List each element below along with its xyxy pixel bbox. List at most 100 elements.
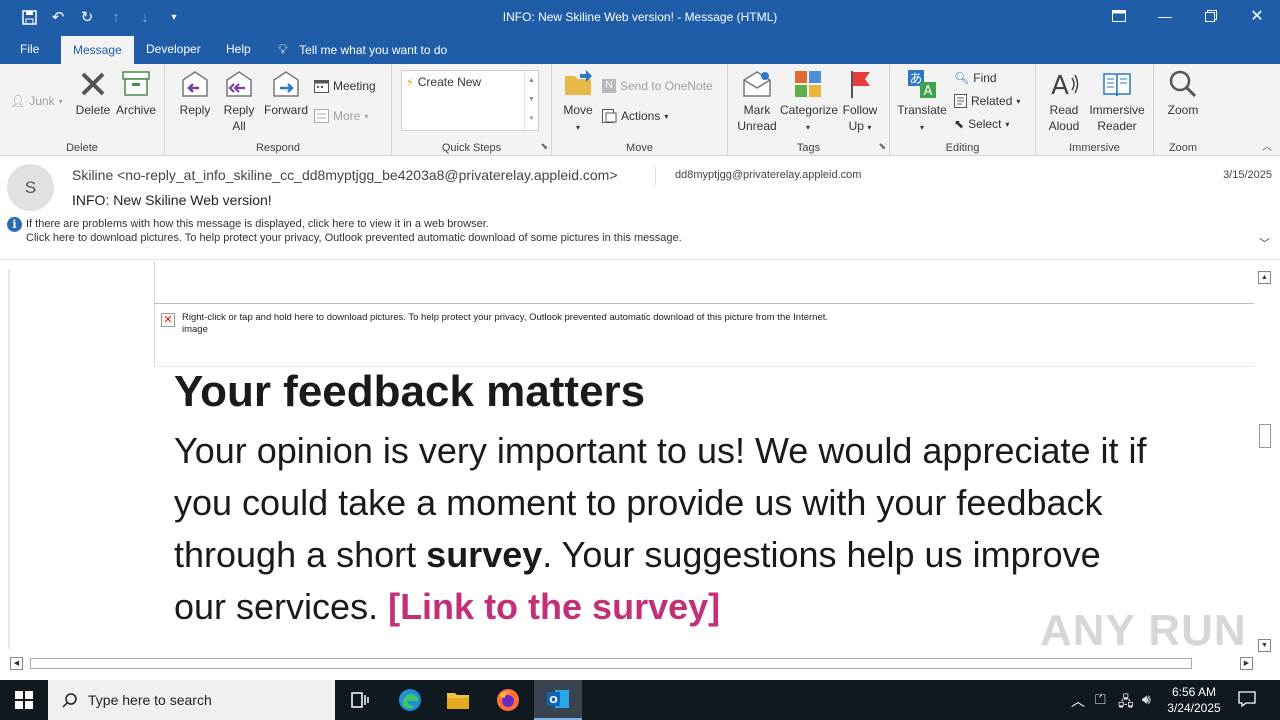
tab-message[interactable]: Message <box>61 36 134 64</box>
chevron-down-icon: ▾ <box>58 96 63 106</box>
minimize-button[interactable]: — <box>1142 0 1188 32</box>
recipient[interactable]: dd8myptjgg@privaterelay.appleid.com <box>675 169 861 181</box>
volume-icon[interactable]: 🔊︎ <box>1142 691 1151 708</box>
watermark: ANY RUN <box>1040 606 1247 655</box>
scroll-right-icon[interactable]: ▶ <box>1240 657 1253 670</box>
reply-all-button[interactable]: Reply All <box>219 68 259 134</box>
translate-icon: あA <box>908 70 936 99</box>
tab-file[interactable]: File <box>8 34 51 64</box>
calendar-icon <box>314 80 329 93</box>
outlook-taskbar-button[interactable]: O <box>534 680 582 720</box>
tab-developer[interactable]: Developer <box>134 34 213 64</box>
forward-label: Forward <box>263 103 308 117</box>
find-button[interactable]: 🔍︎ Find <box>954 71 997 85</box>
related-button[interactable]: Related ▾ <box>954 94 1020 108</box>
collapse-ribbon-icon[interactable]: ︿ <box>1262 138 1272 153</box>
archive-button[interactable]: Archive <box>114 68 158 118</box>
reply-icon <box>182 71 208 97</box>
move-button[interactable]: Move ▾ <box>558 68 598 136</box>
follow-up-button[interactable]: Follow Up ▾ <box>838 68 882 136</box>
ribbon-display-options-icon[interactable] <box>1096 0 1142 32</box>
close-button[interactable]: ✕ <box>1234 0 1280 32</box>
gallery-scroll[interactable]: ▲ ▼ ▾ <box>524 71 538 130</box>
notifications-icon[interactable] <box>1238 691 1256 710</box>
zoom-button[interactable]: Zoom <box>1162 68 1204 118</box>
create-new-quickstep[interactable]: ⚡︎ Create New <box>406 75 481 89</box>
edge-icon <box>399 689 421 711</box>
delete-button[interactable]: Delete <box>73 68 113 118</box>
maximize-button[interactable] <box>1188 0 1234 32</box>
scroll-up-icon[interactable]: ▲ <box>1258 271 1271 284</box>
top-image-frame <box>154 261 1254 303</box>
blocked-image-message: Right-click or tap and hold here to down… <box>182 312 828 323</box>
horizontal-scroll-thumb[interactable] <box>30 658 1192 669</box>
translate-label: Translate <box>897 103 947 117</box>
forward-button[interactable]: Forward <box>263 68 309 118</box>
view-in-browser-notice[interactable]: If there are problems with how this mess… <box>26 218 489 230</box>
menu-bar: File Message Developer Help 💡︎ Tell me w… <box>0 34 1280 64</box>
mark-label-1: Mark <box>743 103 771 117</box>
tab-help[interactable]: Help <box>214 34 263 64</box>
scroll-down-icon[interactable]: ▼ <box>1258 639 1271 652</box>
move-group-label: Move <box>626 142 653 154</box>
meeting-label: Meeting <box>333 79 376 93</box>
network-icon[interactable]: 🖧︎ <box>1118 691 1134 715</box>
find-label: Find <box>973 71 997 85</box>
mark-unread-button[interactable]: Mark Unread <box>734 68 780 134</box>
chevron-down-icon: ▾ <box>805 123 810 132</box>
network-device-icon[interactable]: ⏍ <box>1095 691 1106 708</box>
taskbar-search[interactable]: Type here to search <box>48 680 335 720</box>
reply-button[interactable]: Reply <box>175 68 215 118</box>
expand-header-icon[interactable]: ﹀ <box>1259 235 1270 251</box>
reply-all-label-2: All <box>232 119 246 133</box>
dialog-launcher-icon[interactable]: ⬊ <box>878 141 886 152</box>
related-label: Related <box>971 94 1013 108</box>
more-respond-button[interactable]: More ▾ <box>314 109 368 123</box>
avatar[interactable]: S <box>7 164 54 211</box>
title-bar: ↶ ↻ ↑ ↓ ▾ INFO: New Skiline Web version!… <box>0 0 1280 34</box>
clock[interactable]: 6:56 AM 3/24/2025 <box>1164 684 1224 716</box>
meeting-button[interactable]: Meeting <box>314 79 376 93</box>
task-view-button[interactable] <box>336 680 384 720</box>
chevron-down-icon: ▾ <box>1016 96 1021 106</box>
search-icon <box>62 693 77 708</box>
subject: INFO: New Skiline Web version! <box>72 192 272 208</box>
send-to-onenote-button[interactable]: N Send to OneNote <box>602 79 713 93</box>
firefox-taskbar-button[interactable] <box>484 680 532 720</box>
download-pictures-notice[interactable]: Click here to download pictures. To help… <box>26 232 682 244</box>
show-hidden-icons[interactable]: ︿ <box>1071 691 1085 711</box>
scroll-left-icon[interactable]: ◀ <box>10 657 23 670</box>
immersive-reader-button[interactable]: Immersive Reader <box>1086 68 1148 134</box>
select-button[interactable]: ⬉ Select ▾ <box>954 117 1009 131</box>
paragraph-bold-survey: survey <box>426 534 543 575</box>
edge-taskbar-button[interactable] <box>386 680 434 720</box>
junk-button[interactable]: 👤︎ Junk ▾ <box>10 94 63 108</box>
window-title: INFO: New Skiline Web version! - Message… <box>502 10 778 24</box>
read-aloud-label-1: Read <box>1049 103 1079 117</box>
tags-group: Mark Unread Categorize ▾ Follow Up ▾ Tag… <box>728 64 890 156</box>
move-folder-icon <box>565 70 592 95</box>
start-button[interactable] <box>0 680 48 720</box>
actions-button[interactable]: Actions ▾ <box>602 109 668 123</box>
mark-label-2: Unread <box>737 119 777 133</box>
blocked-image[interactable]: ✕ Right-click or tap and hold here to do… <box>154 303 1254 367</box>
categorize-button[interactable]: Categorize ▾ <box>780 68 838 136</box>
clock-time: 6:56 AM <box>1171 685 1217 699</box>
dialog-launcher-icon[interactable]: ⬊ <box>540 141 548 152</box>
flag-icon <box>851 71 870 98</box>
translate-button[interactable]: あA Translate ▾ <box>896 68 948 136</box>
message-body: ✕ Right-click or tap and hold here to do… <box>0 261 1280 656</box>
read-aloud-button[interactable]: A Read Aloud <box>1042 68 1086 134</box>
horizontal-scrollbar[interactable]: ◀ ▶ <box>8 656 1256 671</box>
lightning-icon: ⚡︎ <box>406 76 414 89</box>
onenote-label: Send to OneNote <box>620 79 713 93</box>
vertical-scrollbar[interactable]: ▲ ▼ <box>1256 269 1273 654</box>
chevron-down-icon: ▾ <box>664 111 669 121</box>
svg-text:A: A <box>1051 71 1069 100</box>
vertical-scroll-thumb[interactable] <box>1259 424 1271 448</box>
immersive-reader-label-2: Reader <box>1097 119 1137 133</box>
file-explorer-taskbar-button[interactable] <box>434 680 482 720</box>
sender[interactable]: Skiline <no-reply_at_info_skiline_cc_dd8… <box>72 167 618 183</box>
tell-me-search[interactable]: 💡︎ Tell me what you want to do <box>278 34 447 64</box>
survey-link[interactable]: [Link to the survey] <box>388 586 720 627</box>
